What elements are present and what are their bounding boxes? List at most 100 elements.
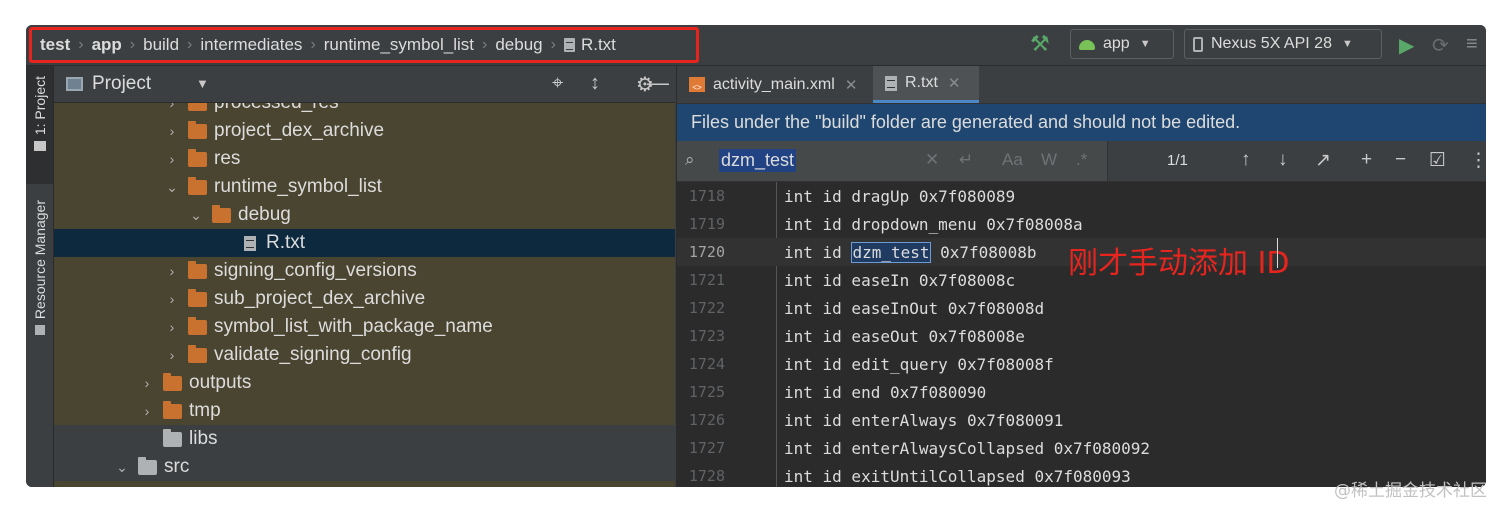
chevron-right-icon: › (78, 36, 84, 53)
breadcrumb-item-debug[interactable]: debug (495, 35, 542, 55)
locate-icon[interactable]: ⌖ (552, 72, 563, 95)
tree-item-processed-res[interactable]: › processed_res (54, 103, 675, 117)
folder-icon (188, 176, 207, 195)
hammer-icon[interactable]: ⚒ (1030, 31, 1050, 57)
tab-r-txt[interactable]: R.txt ✕ (873, 66, 979, 103)
newline-icon[interactable]: ↵ (959, 150, 973, 170)
line-number: 1727 (688, 439, 725, 457)
chevron-right-icon[interactable]: › (164, 151, 180, 167)
module-select-label: app (1103, 35, 1130, 52)
breadcrumb-item-runtime-symbol-list[interactable]: runtime_symbol_list (324, 35, 474, 55)
folder-icon (138, 456, 157, 475)
module-select[interactable]: app ▼ (1070, 29, 1174, 59)
tree-item-src[interactable]: ⌄ src (54, 453, 675, 481)
folder-icon (188, 288, 207, 307)
project-tree: › processed_res › project_dex_archive › … (54, 103, 675, 487)
collapse-all-icon[interactable]: ↕ (590, 72, 600, 95)
line-text-suffix: 0x7f08008b (930, 242, 1037, 262)
stripe-tab-resource-manager[interactable]: Resource Manager (26, 200, 53, 400)
project-view-select[interactable]: Project (92, 73, 151, 95)
more-icon[interactable]: ⋮ (1469, 149, 1486, 172)
code-area[interactable]: 1718 int id dragUp 0x7f080089 1719 int i… (677, 182, 1486, 487)
chevron-right-icon[interactable]: › (164, 347, 180, 363)
whole-word-toggle[interactable]: W (1041, 150, 1057, 170)
chevron-down-icon[interactable]: ⌄ (114, 459, 130, 476)
add-occurrence-icon[interactable]: + (1361, 149, 1372, 171)
tree-item-r-txt[interactable]: R.txt (54, 229, 675, 257)
menu-icon[interactable]: ≡ (1466, 33, 1478, 56)
tree-item-debug[interactable]: ⌄ debug (54, 201, 675, 229)
tree-item-label: src (164, 456, 190, 477)
pin-icon[interactable]: ↗ (1315, 149, 1331, 172)
line-number: 1721 (688, 271, 725, 289)
breadcrumb-item-app[interactable]: app (92, 35, 122, 55)
arrow-down-icon[interactable]: ↓ (1278, 149, 1288, 171)
tree-item-tmp[interactable]: › tmp (54, 397, 675, 425)
breadcrumb-item-test[interactable]: test (40, 35, 70, 55)
hide-panel-icon[interactable]: — (647, 70, 669, 96)
phone-icon (1193, 36, 1203, 52)
tree-item-symbol-list-with-package-name[interactable]: › symbol_list_with_package_name (54, 313, 675, 341)
play-icon[interactable]: ▶ (1399, 33, 1414, 58)
line-number: 1720 (688, 243, 725, 261)
close-icon[interactable]: ✕ (948, 74, 961, 92)
text-file-icon (885, 75, 897, 91)
close-icon[interactable]: ✕ (845, 76, 858, 94)
line-number: 1726 (688, 411, 725, 429)
tree-item-project-dex-archive[interactable]: › project_dex_archive (54, 117, 675, 145)
tree-item-label: project_dex_archive (214, 120, 385, 141)
tree-item-sub-project-dex-archive[interactable]: › sub_project_dex_archive (54, 285, 675, 313)
project-panel-header: Project ▼ ⌖ ↕ ⚙ (54, 66, 675, 103)
clear-search-icon[interactable]: ✕ (925, 150, 939, 170)
line-text: int id dragUp 0x7f080089 (784, 186, 1016, 206)
debug-icon[interactable]: ⟳ (1432, 33, 1449, 58)
device-select-label: Nexus 5X API 28 (1211, 35, 1332, 52)
caret-down-icon[interactable]: ▼ (196, 76, 209, 91)
remove-occurrence-icon[interactable]: − (1395, 149, 1406, 171)
line-text: int id easeOut 0x7f08008e (784, 326, 1025, 346)
chevron-right-icon[interactable]: › (164, 319, 180, 335)
select-all-occurrences-icon[interactable]: ☑ (1429, 149, 1446, 172)
line-text-prefix: int id (784, 242, 852, 262)
breadcrumb-item-r-txt[interactable]: R.txt (563, 35, 616, 55)
line-number: 1724 (688, 355, 725, 373)
match-case-toggle[interactable]: Aa (1002, 150, 1023, 170)
chevron-right-icon[interactable]: › (164, 291, 180, 307)
tree-item-signing-config-versions[interactable]: › signing_config_versions (54, 257, 675, 285)
breadcrumb-item-intermediates[interactable]: intermediates (200, 35, 302, 55)
chevron-right-icon[interactable]: › (164, 263, 180, 279)
arrow-up-icon[interactable]: ↑ (1241, 149, 1251, 171)
chevron-right-icon[interactable]: › (139, 403, 155, 419)
line-text: int id enterAlwaysCollapsed 0x7f080092 (784, 438, 1151, 458)
tree-item-libs[interactable]: libs (54, 425, 675, 453)
line-text: int id enterAlways 0x7f080091 (784, 410, 1064, 430)
chevron-right-icon[interactable]: › (139, 375, 155, 391)
regex-toggle[interactable]: .* (1076, 150, 1087, 170)
xml-file-icon: <> (689, 77, 705, 92)
match-count: 1/1 (1167, 152, 1188, 169)
tree-item-outputs[interactable]: › outputs (54, 369, 675, 397)
watermark: @稀土掘金技术社区 (1334, 481, 1487, 501)
chevron-down-icon[interactable]: ⌄ (188, 207, 204, 224)
code-line: 1719 int id dropdown_menu 0x7f08008a (677, 210, 1486, 238)
folder-icon (188, 316, 207, 335)
line-number: 1725 (688, 383, 725, 401)
code-line: 1727 int id enterAlwaysCollapsed 0x7f080… (677, 434, 1486, 462)
tree-item-validate-signing-config[interactable]: › validate_signing_config (54, 341, 675, 369)
chevron-right-icon: › (482, 36, 488, 53)
tree-item-runtime-symbol-list[interactable]: ⌄ runtime_symbol_list (54, 173, 675, 201)
tree-item-res[interactable]: › res (54, 145, 675, 173)
line-text: int id easeIn 0x7f08008c (784, 270, 1016, 290)
stripe-tab-project[interactable]: 1: Project (26, 66, 53, 184)
caret-down-icon: ▼ (1139, 38, 1151, 50)
search-icon[interactable]: ⌕ (685, 150, 695, 170)
chevron-down-icon[interactable]: ⌄ (164, 179, 180, 196)
search-input[interactable]: ⌕ dzm_test ✕ ↵ Aa W .* (677, 141, 1108, 181)
tab-activity-main-xml[interactable]: <> activity_main.xml ✕ (677, 66, 873, 103)
chevron-right-icon[interactable]: › (164, 103, 180, 111)
chevron-right-icon[interactable]: › (164, 123, 180, 139)
chevron-right-icon: › (129, 36, 136, 53)
breadcrumb-item-build[interactable]: build (143, 35, 179, 55)
tree-item-label: processed_res (214, 103, 339, 114)
device-select[interactable]: Nexus 5X API 28 ▼ (1184, 29, 1382, 59)
